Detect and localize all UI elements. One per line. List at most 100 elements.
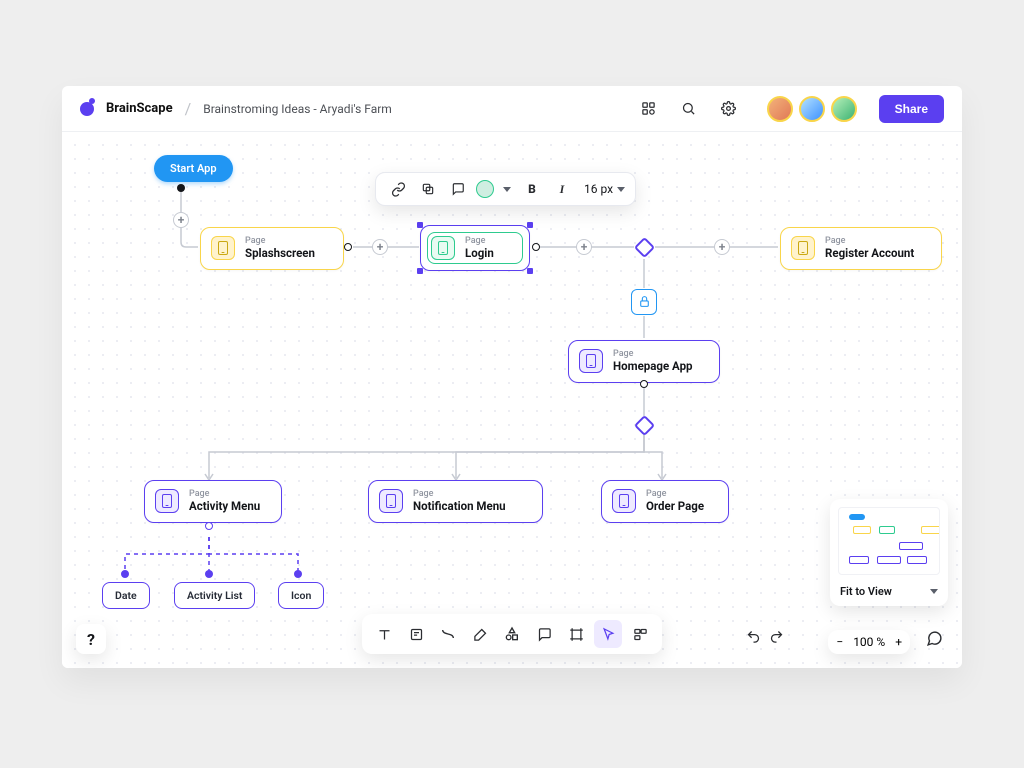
undo-button[interactable]	[746, 629, 761, 648]
add-node-button[interactable]: +	[173, 212, 189, 228]
help-button[interactable]: ?	[76, 624, 106, 654]
pin-icon	[121, 570, 129, 578]
tool-comment[interactable]	[530, 620, 558, 648]
page-icon	[155, 489, 179, 513]
link-icon[interactable]	[386, 177, 410, 201]
node-label: Date	[115, 589, 137, 602]
node-start[interactable]: Start App	[154, 155, 233, 182]
port-icon	[205, 522, 213, 530]
node-title: Notification Menu	[413, 500, 506, 514]
node-title: Order Page	[646, 500, 704, 514]
chevron-down-icon[interactable]	[500, 177, 514, 201]
history-controls	[746, 629, 784, 648]
port-icon	[177, 184, 185, 192]
zoom-in-button[interactable]: +	[895, 635, 902, 649]
node-login[interactable]: Page Login	[420, 225, 530, 271]
node-title: Activity Menu	[189, 500, 260, 514]
pin-icon	[294, 570, 302, 578]
node-homepage[interactable]: Page Homepage App	[568, 340, 720, 383]
redo-button[interactable]	[769, 629, 784, 648]
context-toolbar: B I 16 px	[375, 172, 636, 206]
node-label: Icon	[291, 589, 311, 602]
tool-note[interactable]	[402, 620, 430, 648]
node-notification[interactable]: Page Notification Menu	[368, 480, 543, 523]
bold-button[interactable]: B	[520, 177, 544, 201]
italic-button[interactable]: I	[550, 177, 574, 201]
node-title: Login	[465, 247, 494, 261]
tool-connector[interactable]	[434, 620, 462, 648]
help-icon: ?	[87, 630, 95, 649]
chevron-down-icon	[930, 589, 938, 594]
settings-icon[interactable]	[715, 95, 743, 123]
page-icon	[431, 236, 455, 260]
fit-label: Fit to View	[840, 585, 892, 598]
comments-panel-button[interactable]	[920, 624, 948, 652]
selection-handle-icon[interactable]	[527, 222, 533, 228]
selection-handle-icon[interactable]	[527, 268, 533, 274]
page-icon	[612, 489, 636, 513]
search-icon[interactable]	[675, 95, 703, 123]
app-window: BrainScape / Brainstroming Ideas - Aryad…	[62, 86, 962, 668]
selection-handle-icon[interactable]	[417, 268, 423, 274]
page-icon	[211, 236, 235, 260]
fit-to-view-button[interactable]: Fit to View	[838, 583, 940, 600]
font-size-select[interactable]: 16 px	[584, 182, 625, 196]
add-node-button[interactable]: +	[372, 239, 388, 255]
tool-pen[interactable]	[466, 620, 494, 648]
zoom-out-button[interactable]: −	[836, 635, 843, 649]
zoom-controls: − 100 % +	[828, 630, 910, 654]
node-title: Register Account	[825, 247, 914, 261]
app-logo-icon	[80, 102, 94, 116]
port-icon	[344, 243, 352, 251]
lock-icon	[638, 293, 651, 312]
comment-icon[interactable]	[446, 177, 470, 201]
tool-components[interactable]	[626, 620, 654, 648]
share-button[interactable]: Share	[879, 95, 944, 123]
node-kicker: Page	[465, 236, 494, 247]
node-leaf-activitylist[interactable]: Activity List	[174, 582, 255, 609]
breadcrumb-separator: /	[185, 99, 192, 118]
apps-icon[interactable]	[635, 95, 663, 123]
page-icon	[379, 489, 403, 513]
port-icon	[640, 380, 648, 388]
node-leaf-date[interactable]: Date	[102, 582, 150, 609]
add-node-button[interactable]: +	[714, 239, 730, 255]
tool-pointer[interactable]	[594, 620, 622, 648]
document-title[interactable]: Brainstroming Ideas - Aryadi's Farm	[203, 102, 392, 116]
node-label: Activity List	[187, 589, 242, 602]
chevron-down-icon	[617, 187, 625, 192]
avatar[interactable]	[831, 96, 857, 122]
top-bar: BrainScape / Brainstroming Ideas - Aryad…	[62, 86, 962, 132]
tool-text[interactable]	[370, 620, 398, 648]
node-title: Homepage App	[613, 360, 693, 374]
gateway-diamond-icon[interactable]	[634, 237, 655, 258]
copy-icon[interactable]	[416, 177, 440, 201]
minimap-canvas[interactable]	[838, 507, 940, 575]
node-splashscreen[interactable]: Page Splashscreen	[200, 227, 344, 270]
node-label: Start App	[170, 162, 217, 175]
bottom-toolbar	[362, 614, 662, 654]
zoom-value: 100 %	[853, 635, 885, 649]
node-leaf-icon[interactable]: Icon	[278, 582, 324, 609]
avatar[interactable]	[767, 96, 793, 122]
tool-shapes[interactable]	[498, 620, 526, 648]
avatar[interactable]	[799, 96, 825, 122]
color-swatch[interactable]	[476, 180, 494, 198]
canvas[interactable]: Start App + Page Splashscreen + Page Log…	[62, 132, 962, 668]
node-activity[interactable]: Page Activity Menu	[144, 480, 282, 523]
minimap[interactable]: Fit to View	[830, 499, 948, 606]
tool-frame[interactable]	[562, 620, 590, 648]
port-icon	[532, 243, 540, 251]
page-icon	[579, 349, 603, 373]
pin-icon	[205, 570, 213, 578]
brand-name: BrainScape	[106, 101, 173, 116]
font-size-label: 16 px	[584, 182, 613, 196]
gateway-diamond-icon[interactable]	[634, 415, 655, 436]
page-icon	[791, 236, 815, 260]
node-register[interactable]: Page Register Account	[780, 227, 942, 270]
lock-node[interactable]	[631, 289, 657, 315]
node-order[interactable]: Page Order Page	[601, 480, 729, 523]
selection-handle-icon[interactable]	[417, 222, 423, 228]
node-title: Splashscreen	[245, 247, 315, 261]
add-node-button[interactable]: +	[576, 239, 592, 255]
